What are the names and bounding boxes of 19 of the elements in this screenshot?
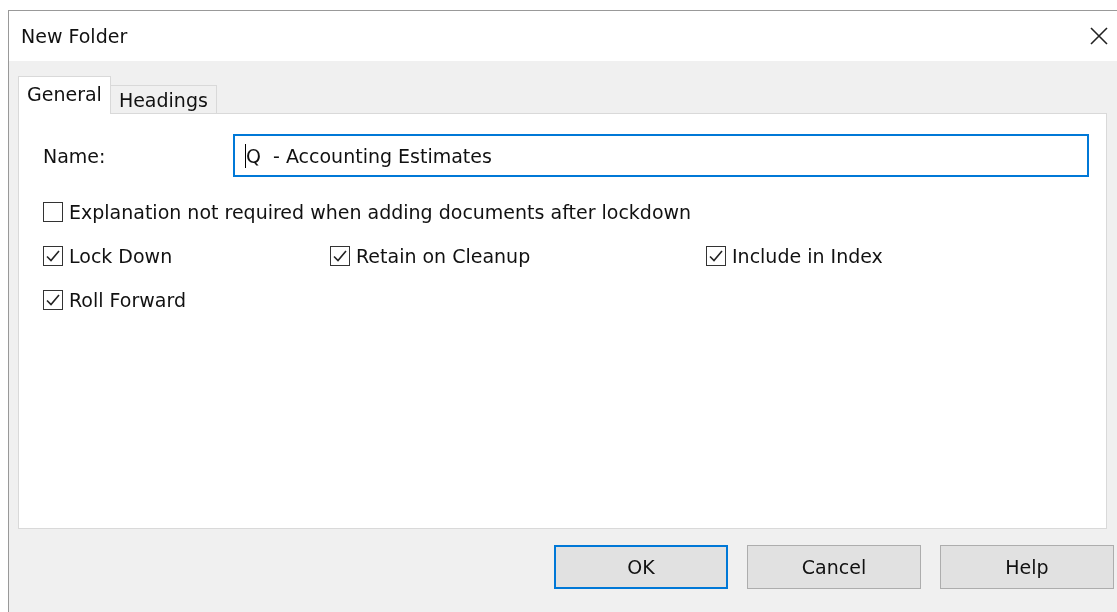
- window-title: New Folder: [21, 25, 128, 47]
- tab[interactable]: Headings: [109, 85, 217, 113]
- field-label: Name:: [43, 144, 107, 167]
- checkbox[interactable]: [43, 290, 63, 310]
- dialog-button[interactable]: OK: [554, 545, 728, 589]
- checkbox[interactable]: [330, 246, 350, 266]
- checkbox-label: Lock Down: [69, 245, 173, 267]
- dialog-button[interactable]: Help: [940, 545, 1114, 589]
- dialog-button[interactable]: Cancel: [747, 545, 921, 589]
- tab[interactable]: General: [18, 76, 111, 114]
- checkbox[interactable]: [43, 246, 63, 266]
- checkbox[interactable]: [43, 202, 63, 222]
- checkbox-label: Retain on Cleanup: [356, 245, 531, 267]
- name-field[interactable]: Q - Accounting Estimates: [233, 134, 1089, 177]
- checkbox-label: Include in Index: [732, 245, 883, 267]
- checkbox-label: Explanation not required when adding documents after lockdown: [69, 201, 692, 223]
- close-icon[interactable]: [1089, 26, 1109, 46]
- checkbox[interactable]: [706, 246, 726, 266]
- checkbox-label: Roll Forward: [69, 289, 186, 311]
